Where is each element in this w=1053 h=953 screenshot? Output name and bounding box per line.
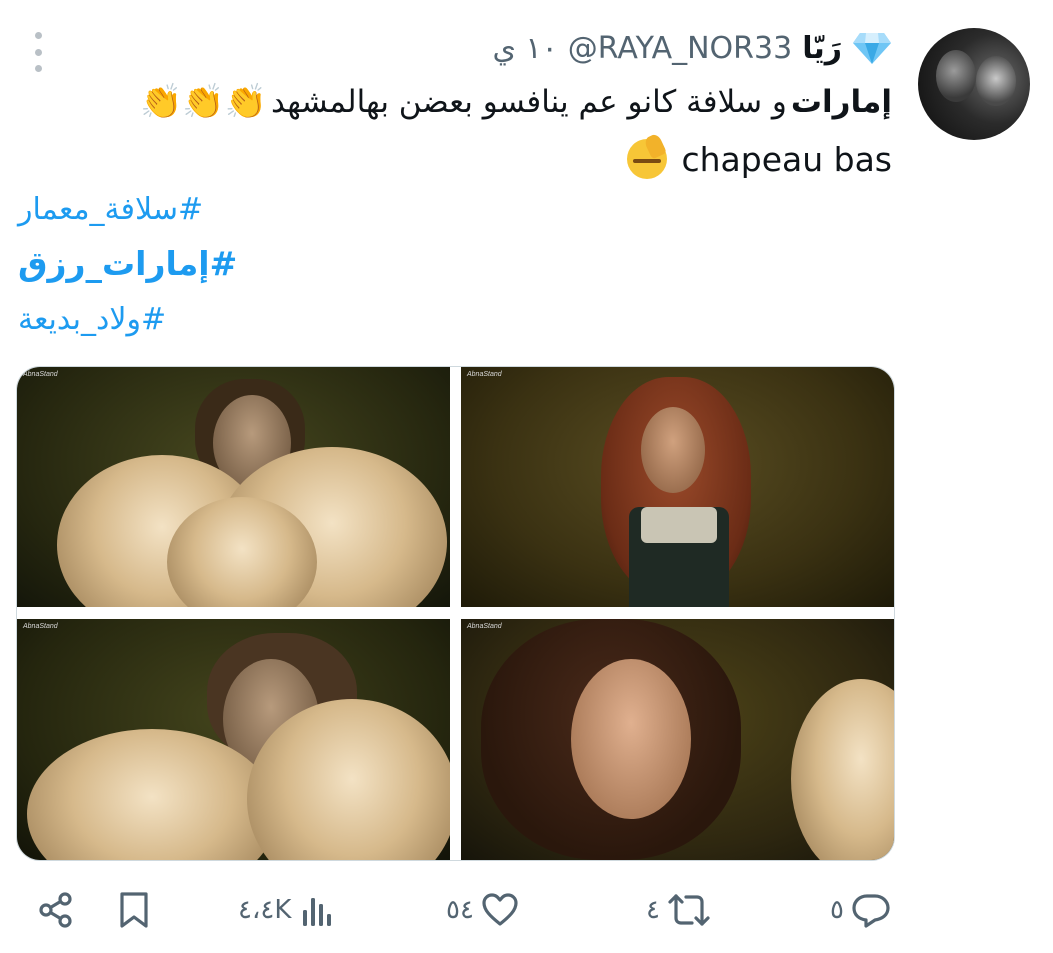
media-image[interactable]: AbnaStand bbox=[461, 619, 894, 860]
clap-emoji: 👏👏👏 bbox=[139, 82, 267, 122]
display-name[interactable]: رَيّا bbox=[802, 31, 842, 66]
media-grid: AbnaStand AbnaStand AbnaStand AbnaStand bbox=[16, 366, 895, 861]
reply-count: ٥ bbox=[830, 895, 844, 925]
like-button[interactable]: ٥٤ bbox=[446, 880, 520, 940]
media-image[interactable]: AbnaStand bbox=[17, 367, 450, 607]
share-icon bbox=[36, 890, 76, 930]
media-watermark: AbnaStand bbox=[467, 371, 502, 378]
reply-button[interactable]: ٥ bbox=[830, 880, 892, 940]
user-handle[interactable]: @RAYA_NOR33 bbox=[568, 31, 792, 66]
tweet-text-chapeau: chapeau bas bbox=[681, 139, 892, 179]
diamond-icon bbox=[852, 31, 892, 65]
media-watermark: AbnaStand bbox=[467, 623, 502, 630]
tweet-text-line-2: chapeau bas bbox=[627, 134, 892, 184]
share-button[interactable] bbox=[36, 880, 76, 940]
retweet-count: ٤ bbox=[646, 895, 660, 925]
tweet-text-line-1: إمارات و سلافة كانو عم ينافسو بعضن بهالم… bbox=[140, 76, 892, 128]
action-bar: ٤،٤K ٥٤ ٤ ٥ bbox=[0, 880, 1053, 940]
media-image[interactable]: AbnaStand bbox=[461, 367, 894, 607]
tweet-header: رَيّا @RAYA_NOR33 ١٠ ي bbox=[493, 24, 893, 72]
bookmark-button[interactable] bbox=[116, 880, 152, 940]
views-count: ٤،٤K bbox=[238, 895, 292, 925]
hashtag-link[interactable]: #ولاد_بديعة bbox=[18, 302, 166, 337]
salute-emoji-icon bbox=[627, 139, 668, 179]
reply-icon bbox=[850, 890, 892, 930]
tweet-text-bold: إمارات bbox=[790, 84, 892, 120]
more-vertical-icon[interactable] bbox=[28, 32, 48, 72]
views-icon bbox=[297, 890, 337, 930]
media-watermark: AbnaStand bbox=[23, 623, 58, 630]
avatar[interactable] bbox=[918, 28, 1030, 140]
views-button[interactable]: ٤،٤K bbox=[238, 880, 337, 940]
tweet-text-rest: و سلافة كانو عم ينافسو بعضن بهالمشهد bbox=[271, 84, 787, 120]
hashtag-link[interactable]: #إمارات_رزق bbox=[18, 244, 237, 283]
retweet-icon bbox=[666, 890, 712, 930]
media-watermark: AbnaStand bbox=[23, 371, 58, 378]
hashtag-link[interactable]: #سلافة_معمار bbox=[18, 192, 203, 227]
like-icon bbox=[480, 890, 520, 930]
tweet-time[interactable]: ١٠ ي bbox=[493, 31, 558, 66]
like-count: ٥٤ bbox=[446, 895, 474, 925]
retweet-button[interactable]: ٤ bbox=[646, 880, 712, 940]
bookmark-icon bbox=[116, 890, 152, 930]
media-image[interactable]: AbnaStand bbox=[17, 619, 450, 860]
